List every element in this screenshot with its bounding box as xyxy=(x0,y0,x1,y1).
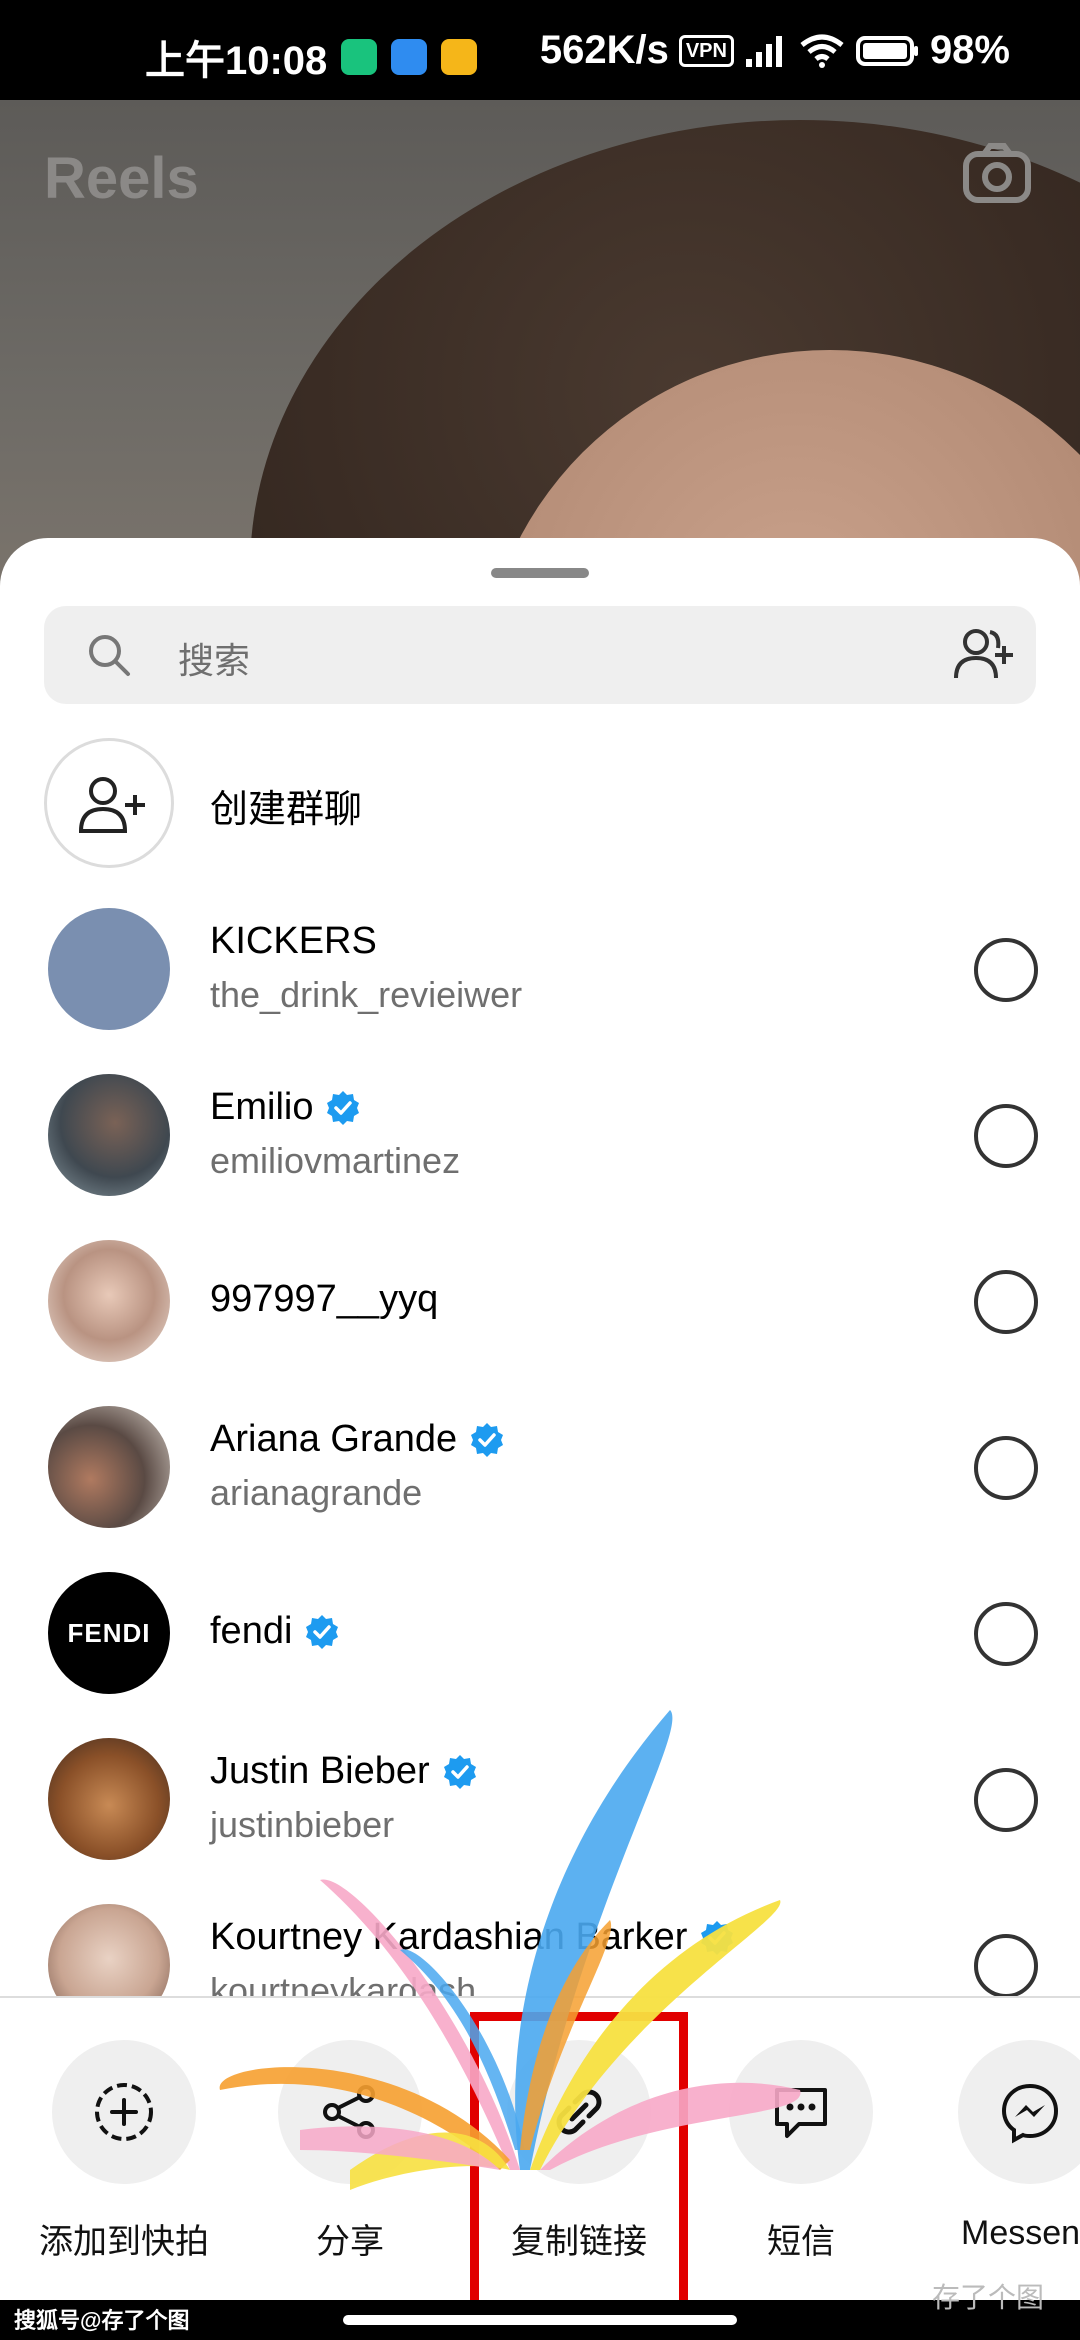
add-to-story-action[interactable]: 添加到快拍 xyxy=(24,2040,224,2263)
contact-row[interactable]: Justin Bieber justinbieber xyxy=(48,1738,1038,1862)
select-radio[interactable] xyxy=(974,1436,1038,1500)
select-radio[interactable] xyxy=(974,1768,1038,1832)
battery-level: 98% xyxy=(929,28,1010,72)
verified-badge-icon xyxy=(306,1614,339,1649)
contact-name: 997997__yyq xyxy=(210,1278,439,1320)
create-group-avatar xyxy=(44,738,174,868)
share-actions-bar: 添加到快拍 分享 复制链接 短信 Messen xyxy=(0,1998,1080,2340)
avatar xyxy=(48,1738,170,1860)
create-group-label: 创建群聊 xyxy=(210,789,363,831)
battery-icon xyxy=(855,35,918,66)
contact-row[interactable]: 997997__yyq xyxy=(48,1240,1038,1364)
status-left: 上午10:08 xyxy=(145,28,478,86)
avatar xyxy=(48,1240,170,1362)
action-circle xyxy=(52,2040,196,2184)
contact-row[interactable]: Ariana Grande arianagrande xyxy=(48,1406,1038,1530)
reels-title: Reels xyxy=(44,146,199,211)
select-radio[interactable] xyxy=(974,1104,1038,1168)
messenger-icon xyxy=(1001,2083,1059,2144)
select-radio[interactable] xyxy=(974,938,1038,1002)
verified-badge-icon xyxy=(327,1090,360,1125)
contact-name: Emilio xyxy=(210,1086,361,1129)
contact-username: the_drink_revieiwer xyxy=(210,974,523,1015)
verified-badge-icon xyxy=(471,1422,504,1457)
contact-name: KICKERS xyxy=(210,920,377,962)
add-people-icon[interactable] xyxy=(952,624,1018,684)
action-label: 短信 xyxy=(767,2223,835,2261)
avatar xyxy=(48,1406,170,1528)
select-radio[interactable] xyxy=(974,1602,1038,1666)
avatar: FENDI xyxy=(48,1572,170,1694)
wifi-icon xyxy=(800,34,844,68)
contact-row[interactable]: FENDI fendi xyxy=(48,1572,1038,1696)
highlight-annotation-box xyxy=(470,2012,688,2314)
shield-app-icon xyxy=(341,39,378,75)
browser-app-icon xyxy=(391,39,428,75)
share-action[interactable]: 分享 xyxy=(250,2040,450,2263)
camera-icon[interactable] xyxy=(962,142,1032,204)
contact-name: Kourtney Kardashian Barker xyxy=(210,1916,735,1959)
share-sheet: 搜索 创建群聊 KICKERS the_drink_revieiwer Emil… xyxy=(0,538,1080,2340)
contact-name: Ariana Grande xyxy=(210,1418,505,1461)
vpn-badge: VPN xyxy=(678,34,734,67)
action-label: Messeng xyxy=(961,2214,1080,2252)
add-story-icon xyxy=(95,2083,153,2141)
message-app-icon xyxy=(441,39,478,75)
search-bar[interactable]: 搜索 xyxy=(44,606,1036,704)
home-indicator[interactable] xyxy=(343,2315,737,2325)
sheet-drag-handle[interactable] xyxy=(491,568,589,578)
watermark-left: 搜狐号@存了个图 xyxy=(14,2308,190,2333)
select-radio[interactable] xyxy=(974,1270,1038,1334)
search-icon xyxy=(89,635,130,676)
status-right: 562K/s VPN 98% xyxy=(540,28,1010,73)
verified-badge-icon xyxy=(443,1754,476,1789)
contact-username: emiliovmartinez xyxy=(210,1140,461,1181)
status-time: 上午10:08 xyxy=(145,39,328,83)
action-circle xyxy=(278,2040,422,2184)
sms-icon xyxy=(775,2088,827,2138)
share-icon xyxy=(323,2085,375,2139)
contact-row[interactable]: Emilio emiliovmartinez xyxy=(48,1074,1038,1198)
network-speed: 562K/s xyxy=(539,28,669,72)
watermark-right: 存了个图 xyxy=(931,2282,1044,2313)
avatar xyxy=(48,908,170,1030)
signal-icon xyxy=(745,35,782,67)
messenger-action[interactable]: Messeng xyxy=(930,2040,1080,2253)
contact-username: arianagrande xyxy=(210,1472,423,1513)
sms-action[interactable]: 短信 xyxy=(701,2040,901,2263)
status-bar: 上午10:08 562K/s VPN 98% xyxy=(0,0,1080,100)
fendi-logo: FENDI xyxy=(67,1617,151,1648)
add-group-icon xyxy=(78,777,145,833)
action-circle xyxy=(958,2040,1080,2184)
action-label: 添加到快拍 xyxy=(39,2223,209,2261)
select-radio[interactable] xyxy=(974,1934,1038,1998)
search-input[interactable]: 搜索 xyxy=(178,632,250,684)
contact-name: fendi xyxy=(210,1610,340,1653)
create-group-row[interactable]: 创建群聊 xyxy=(44,738,1036,868)
contact-row[interactable]: KICKERS the_drink_revieiwer xyxy=(48,908,1038,1032)
avatar xyxy=(48,1074,170,1196)
contact-name: Justin Bieber xyxy=(210,1750,478,1793)
action-circle xyxy=(729,2040,873,2184)
action-label: 分享 xyxy=(316,2223,384,2261)
verified-badge-icon xyxy=(701,1920,734,1955)
contact-username: justinbieber xyxy=(210,1804,395,1845)
